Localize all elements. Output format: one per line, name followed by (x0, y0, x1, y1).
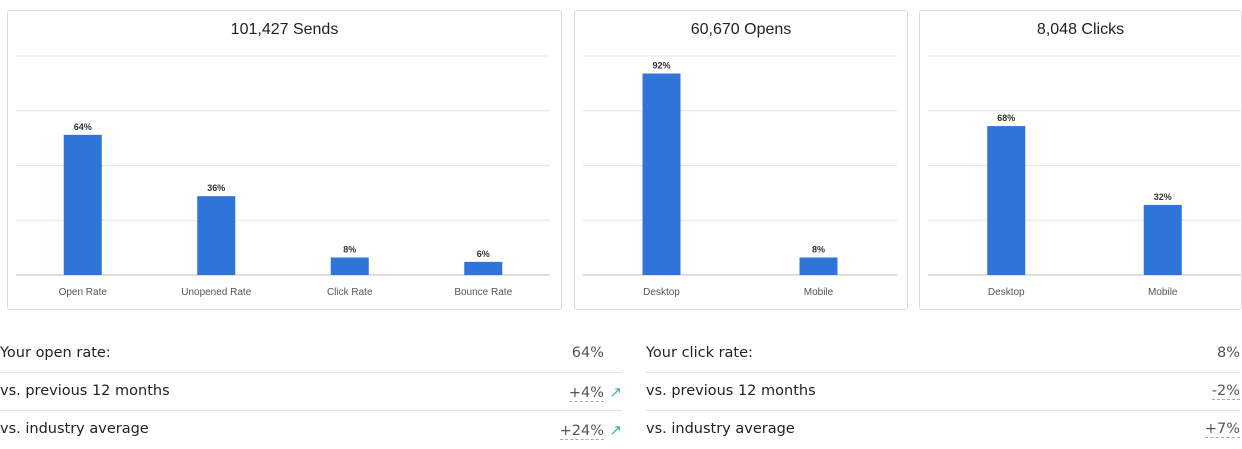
open-rate-value: 64% (571, 345, 604, 361)
opens-value-label-mobile: 8% (812, 244, 825, 254)
sends-value-label-open-rate: 64% (74, 122, 92, 132)
open-vs-industry-label: vs. industry average (0, 421, 149, 437)
click-vs-previous-value[interactable]: -2% (1211, 383, 1240, 400)
clicks-chart: 68% Desktop 32% Mobile (928, 55, 1241, 298)
clicks-chart-panel: 8,048 Clicks 68% Desktop 32% Mobile (919, 10, 1242, 310)
click-vs-industry-value[interactable]: +7% (1204, 421, 1240, 438)
click-rate-label: Your click rate: (646, 345, 753, 361)
click-vs-previous-label: vs. previous 12 months (646, 383, 816, 399)
sends-value-label-click-rate: 8% (343, 244, 356, 254)
open-rate-row: Your open rate: 64% (0, 335, 622, 373)
sends-category-label-click-rate: Click Rate (327, 287, 373, 298)
click-rate-value: 8% (1216, 345, 1240, 361)
clicks-category-label-desktop: Desktop (988, 287, 1025, 298)
click-rate-stats: Your click rate: 8% vs. previous 12 mont… (646, 335, 1240, 449)
sends-value-label-unopened-rate: 36% (207, 183, 225, 193)
opens-value-label-desktop: 92% (652, 61, 670, 71)
arrow-up-right-icon: ↗ (609, 421, 622, 439)
click-vs-industry-label: vs. industry average (646, 421, 795, 437)
open-vs-industry-value[interactable]: +24% (559, 423, 604, 440)
opens-category-label-mobile: Mobile (804, 287, 834, 298)
sends-bar-open-rate (63, 134, 102, 275)
sends-category-label-bounce-rate: Bounce Rate (454, 287, 512, 298)
sends-bar-click-rate (330, 257, 369, 275)
click-rate-row: Your click rate: 8% (646, 335, 1240, 373)
opens-category-label-desktop: Desktop (643, 287, 680, 298)
arrow-up-right-icon: ↗ (609, 383, 622, 401)
open-rate-label: Your open rate: (0, 345, 111, 361)
sends-category-label-unopened-rate: Unopened Rate (181, 287, 251, 298)
click-vs-previous-row: vs. previous 12 months -2% (646, 373, 1240, 411)
opens-bar-mobile (799, 257, 838, 275)
sends-chart: 64% Open Rate 36% Unopened Rate 8% Click Rate… (16, 55, 550, 298)
sends-bar-unopened-rate (197, 196, 236, 275)
clicks-bar-desktop (987, 126, 1026, 275)
open-vs-previous-label: vs. previous 12 months (0, 383, 170, 399)
sends-value-label-bounce-rate: 6% (477, 249, 490, 259)
sends-chart-panel: 101,427 Sends 64% Open Rate 36% Unopened Ra… (7, 10, 562, 310)
sends-bar-bounce-rate (464, 261, 503, 275)
opens-chart: 92% Desktop 8% Mobile (583, 55, 897, 298)
sends-category-label-open-rate: Open Rate (59, 287, 108, 298)
open-rate-stats: Your open rate: 64% vs. previous 12 mont… (0, 335, 622, 449)
clicks-value-label-desktop: 68% (997, 113, 1015, 123)
clicks-category-label-mobile: Mobile (1148, 287, 1178, 298)
clicks-value-label-mobile: 32% (1154, 192, 1172, 202)
open-vs-previous-row: vs. previous 12 months +4% ↗ (0, 373, 622, 411)
open-vs-previous-value[interactable]: +4% (568, 385, 604, 402)
opens-bar-desktop (642, 73, 681, 275)
clicks-bar-mobile (1143, 204, 1182, 275)
opens-chart-panel: 60,670 Opens 92% Desktop 8% Mobile (574, 10, 908, 310)
click-vs-industry-row: vs. industry average +7% (646, 411, 1240, 449)
open-vs-industry-row: vs. industry average +24% ↗ (0, 411, 622, 449)
